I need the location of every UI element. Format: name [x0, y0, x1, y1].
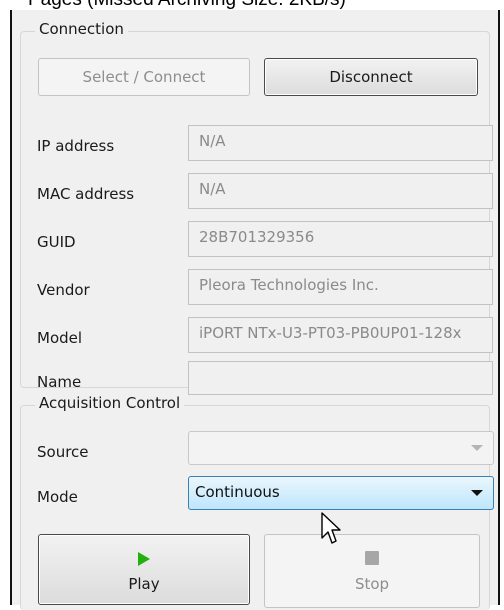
model-field: iPORT NTx-U3-PT03-PB0UP01-128x [188, 317, 493, 353]
window-caption-strip: Pages (Missed Archiving Size: 2KB/s) [0, 0, 504, 10]
select-connect-button[interactable]: Select / Connect [38, 58, 250, 96]
vendor-label: Vendor [37, 281, 90, 299]
mouse-cursor-icon [321, 512, 341, 544]
name-label: Name [37, 373, 82, 391]
model-label: Model [37, 329, 83, 347]
connection-group-title: Connection [35, 20, 128, 38]
play-label: Play [128, 575, 160, 593]
stop-label: Stop [354, 575, 390, 593]
device-panel: Connection Select / Connect Disconnect I… [10, 10, 500, 610]
vendor-field: Pleora Technologies Inc. [188, 269, 493, 305]
guid-field: 28B701329356 [188, 221, 493, 257]
chevron-down-icon [471, 445, 483, 451]
stop-icon [365, 551, 379, 569]
chevron-down-icon [471, 490, 483, 496]
play-button[interactable]: Play [38, 534, 250, 605]
play-icon [137, 551, 151, 571]
guid-label: GUID [37, 233, 76, 251]
stop-button[interactable]: Stop [264, 534, 480, 608]
mode-dropdown[interactable]: Continuous [188, 476, 494, 510]
mac-address-label: MAC address [37, 185, 135, 203]
ip-address-field: N/A [188, 125, 493, 161]
mode-value: Continuous [195, 483, 280, 501]
mac-address-field: N/A [188, 173, 493, 209]
acquisition-group-title: Acquisition Control [35, 394, 185, 412]
window-caption: Pages (Missed Archiving Size: 2KB/s) [28, 0, 346, 10]
source-label: Source [37, 443, 89, 461]
source-dropdown[interactable] [188, 431, 494, 465]
name-field [188, 361, 493, 395]
disconnect-button[interactable]: Disconnect [264, 58, 478, 96]
ip-address-label: IP address [37, 137, 115, 155]
mode-label: Mode [37, 488, 78, 506]
connection-group: Connection Select / Connect Disconnect I… [20, 20, 493, 395]
